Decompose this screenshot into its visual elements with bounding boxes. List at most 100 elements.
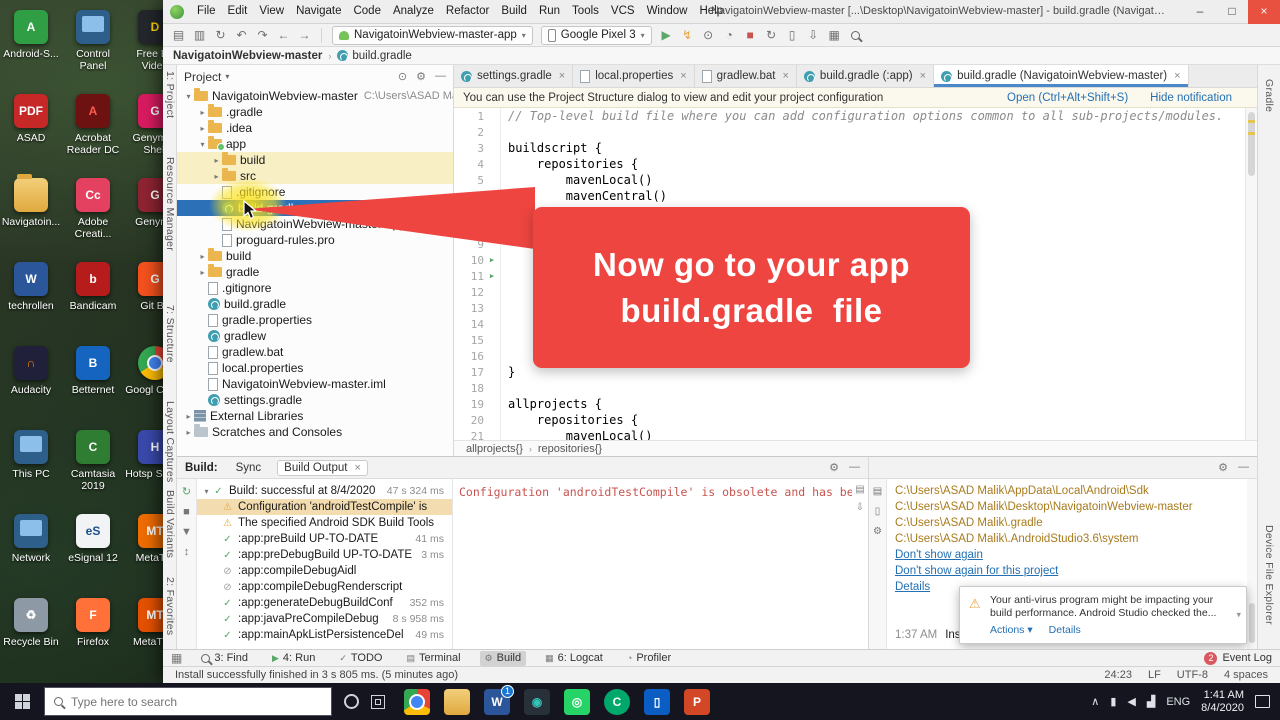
menu-edit[interactable]: Edit — [222, 0, 254, 23]
clear-log-icon[interactable]: ▯ — [875, 506, 881, 517]
tree-item-gradle[interactable]: ▸ .gradle — [177, 104, 453, 120]
network-icon[interactable]: ▟ — [1147, 695, 1155, 708]
desktop-item-esignal[interactable]: eS eSignal 12 — [62, 514, 124, 598]
forward-icon[interactable]: → — [295, 26, 314, 45]
event-log-scrollbar[interactable] — [1247, 479, 1257, 649]
menu-file[interactable]: File — [191, 0, 222, 23]
build-root-row[interactable]: ▾ ✓ Build: successful at 8/4/2020 47 s 324 … — [197, 483, 452, 499]
sync-icon[interactable]: ↻ — [211, 26, 230, 45]
apply-changes-icon[interactable]: ↯ — [678, 26, 697, 45]
scroll-to-end-icon[interactable]: ⇩ — [856, 502, 864, 513]
taskbar-app-your-phone[interactable]: ▯ — [644, 688, 670, 715]
stop-icon[interactable]: ■ — [183, 506, 190, 518]
tree-item-gradlew-bat[interactable]: gradlew.bat — [177, 344, 453, 360]
open-icon[interactable]: ▤ — [169, 26, 188, 45]
build-row-app-javaprecompiledebug[interactable]: ✓:app:javaPreCompileDebug 8 s 958 ms — [197, 611, 452, 627]
hidden-icons-chevron[interactable]: ∧ — [1091, 695, 1099, 708]
taskbar-app-word[interactable]: W1 — [484, 684, 514, 715]
language-indicator[interactable]: ENG — [1166, 696, 1190, 708]
search-input[interactable] — [71, 694, 322, 709]
desktop-item-acrobat-reader[interactable]: A Acrobat Reader DC — [62, 94, 124, 178]
editor-tab-gradlew-bat[interactable]: gradlew.bat × — [695, 65, 797, 87]
menu-view[interactable]: View — [253, 0, 290, 23]
tree-item-build[interactable]: ▸ build — [177, 152, 453, 168]
task-view-icon[interactable] — [371, 694, 385, 709]
toolwindow-todo[interactable]: ✓ TODO — [334, 651, 387, 666]
hide-icon[interactable]: — — [1238, 461, 1249, 474]
chevron-down-icon[interactable]: ▾ — [225, 72, 229, 81]
event-log-link-details[interactable]: Details — [895, 581, 930, 593]
menu-analyze[interactable]: Analyze — [387, 0, 440, 23]
collapse-popup-icon[interactable]: ▾ — [1236, 610, 1241, 621]
tool-button-1-project[interactable]: 1: Project — [164, 71, 176, 118]
tool-window-switcher-icon[interactable]: ▦ — [171, 651, 182, 665]
tool-button-layout-captures[interactable]: Layout Captures — [164, 401, 176, 483]
build-row-app-compiledebugaidl[interactable]: ⊘:app:compileDebugAidl — [197, 563, 452, 579]
menu-tools[interactable]: Tools — [566, 0, 605, 23]
maximize-button[interactable]: □ — [1216, 0, 1248, 24]
build-row-the-specified-android-sdk-build-[interactable]: ⚠ The specified Android SDK Build Tools — [197, 515, 452, 531]
toolwindow-6-logcat[interactable]: ▦ 6: Logcat — [540, 651, 608, 666]
tree-item-local-properties[interactable]: local.properties — [177, 360, 453, 376]
settings-icon[interactable]: ⚙ — [829, 461, 839, 474]
toolwindow-3-find[interactable]: 3: Find — [196, 651, 253, 666]
toolwindow-profiler[interactable]: ◔ Profiler — [622, 651, 676, 666]
taskbar-app-whatsapp[interactable]: ◎ — [564, 688, 590, 715]
desktop-item-asad-pdf[interactable]: PDF ASAD — [0, 94, 62, 178]
taskbar-app-powerpoint[interactable]: P — [684, 688, 710, 715]
layout-inspector-icon[interactable]: ▦ — [825, 26, 844, 45]
editor-tab-build-gradle-app[interactable]: build.gradle (:app) × — [797, 65, 935, 87]
cortana-icon[interactable] — [344, 694, 359, 709]
tree-item-gradlew[interactable]: gradlew — [177, 328, 453, 344]
desktop-item-audacity[interactable]: ∩ Audacity — [0, 346, 62, 430]
editor-tab-build-gradle-navigatoinwebview-master[interactable]: build.gradle (NavigatoinWebview-master) × — [934, 65, 1189, 87]
breadcrumb-navigatoinwebview-master[interactable]: NavigatoinWebview-master — [173, 50, 322, 62]
build-row-app-generatedebugbuildconf[interactable]: ✓:app:generateDebugBuildConf 352 ms — [197, 595, 452, 611]
tree-item-build-gradle[interactable]: build.gradle — [177, 200, 453, 216]
status-item-utf-8[interactable]: UTF-8 — [1177, 669, 1208, 681]
tool-button-gradle[interactable]: Gradle — [1263, 79, 1275, 112]
build-row-app-predebugbuild-up-to-date[interactable]: ✓:app:preDebugBuild UP-TO-DATE 3 ms — [197, 547, 452, 563]
tree-item-gitignore[interactable]: .gitignore — [177, 184, 453, 200]
tool-button-device-file-explorer[interactable]: Device File Explorer — [1263, 525, 1275, 625]
menu-code[interactable]: Code — [347, 0, 387, 23]
save-all-icon[interactable]: ▥ — [190, 26, 209, 45]
battery-icon[interactable]: ▮ — [1110, 695, 1116, 708]
toolwindow-event-log[interactable]: 2 Event Log — [1204, 651, 1272, 665]
close-icon[interactable]: × — [782, 70, 788, 82]
taskbar-app-camtasia[interactable]: C — [604, 688, 630, 715]
run-icon[interactable]: ▶ — [657, 26, 676, 45]
close-icon[interactable]: × — [920, 70, 926, 82]
tree-item-idea[interactable]: ▸ .idea — [177, 120, 453, 136]
status-item-24-23[interactable]: 24:23 — [1104, 669, 1132, 681]
menu-refactor[interactable]: Refactor — [440, 0, 495, 23]
volume-icon[interactable]: ◀ — [1127, 695, 1135, 708]
desktop-item-firefox[interactable]: F Firefox — [62, 598, 124, 682]
hide-icon[interactable]: — — [435, 70, 446, 83]
search-everywhere-icon[interactable] — [846, 26, 865, 45]
editor-tab-settings-gradle[interactable]: settings.gradle × — [454, 65, 574, 87]
minimize-button[interactable]: – — [1184, 0, 1216, 24]
status-item-4-spaces[interactable]: 4 spaces — [1224, 669, 1268, 681]
settings-icon[interactable]: ⚙ — [873, 526, 882, 537]
soft-wrap-icon[interactable]: ▤ — [873, 486, 882, 497]
build-row-app-compiledebugrenderscript[interactable]: ⊘:app:compileDebugRenderscript — [197, 579, 452, 595]
menu-vcs[interactable]: VCS — [605, 0, 641, 23]
event-log-link-don-t-show-again[interactable]: Don't show again — [895, 549, 983, 561]
toolwindow-terminal[interactable]: ▤ Terminal — [401, 651, 465, 666]
desktop-item-navigatoin-folder[interactable]: Navigatoin... — [0, 174, 62, 262]
tree-item-build[interactable]: ▸ build — [177, 248, 453, 264]
stop-icon[interactable]: ■ — [741, 26, 760, 45]
build-tab-sync[interactable]: Sync — [230, 460, 268, 476]
tool-button-build-variants[interactable]: Build Variants — [164, 490, 176, 558]
undo-icon[interactable]: ↶ — [232, 26, 251, 45]
desktop-item-this-pc[interactable]: This PC — [0, 430, 62, 514]
debug-icon[interactable]: ⊙ — [699, 26, 718, 45]
settings-icon[interactable]: ⚙ — [416, 70, 426, 83]
open-project-structure-link[interactable]: Open (Ctrl+Alt+Shift+S) — [1007, 92, 1128, 104]
close-icon[interactable]: × — [354, 462, 360, 474]
toolwindow-build[interactable]: ⚙ Build — [479, 650, 527, 666]
redo-icon[interactable]: ↷ — [253, 26, 272, 45]
menu-navigate[interactable]: Navigate — [290, 0, 347, 23]
build-row-app-prebuild-up-to-date[interactable]: ✓:app:preBuild UP-TO-DATE 41 ms — [197, 531, 452, 547]
